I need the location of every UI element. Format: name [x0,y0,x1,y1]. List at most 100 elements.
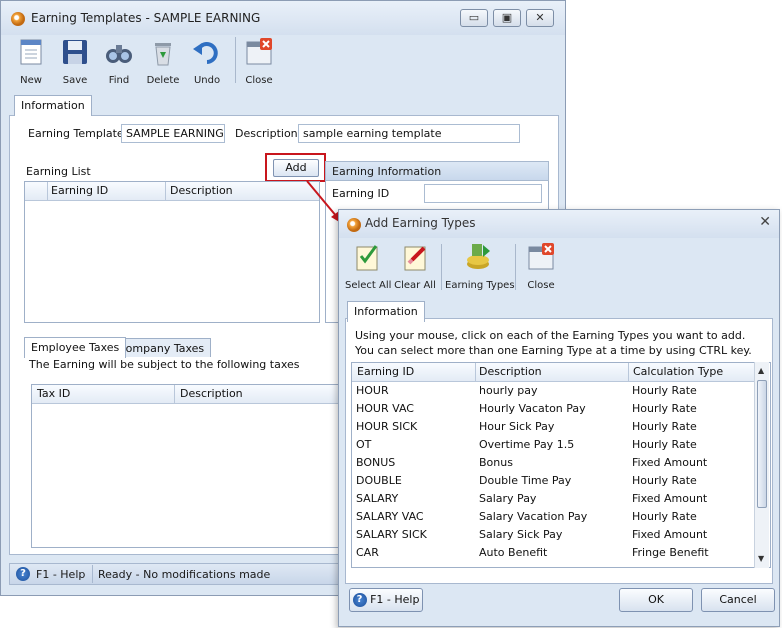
dialog-titlebar: Add Earning Types ✕ [339,210,779,238]
cell-calculation-type: Fixed Amount [632,528,708,541]
cell-description: Overtime Pay 1.5 [479,438,575,451]
scroll-thumb[interactable] [757,380,767,508]
select-all-label: Select All [345,280,392,291]
earning-info-id-field[interactable] [424,184,542,203]
dialog-title: Add Earning Types [365,216,476,230]
cell-description: Hour Sick Pay [479,420,555,433]
table-row[interactable]: CAR Auto Benefit Fringe Benefit [353,544,753,562]
cell-calculation-type: Hourly Rate [632,420,697,433]
save-label: Save [62,75,88,86]
earning-types-button[interactable]: Earning Types [445,240,515,292]
column-separator [174,385,175,404]
cell-earning-id: SALARY VAC [356,510,424,523]
column-earning-id[interactable]: Earning ID [357,365,414,378]
cell-calculation-type: Hourly Rate [632,510,697,523]
cancel-button[interactable]: Cancel [701,588,775,612]
clear-all-button[interactable]: Clear All [393,240,437,292]
column-earning-id[interactable]: Earning ID [51,184,108,197]
dialog-close-icon[interactable]: ✕ [759,214,771,230]
table-row[interactable]: BONUS Bonus Fixed Amount [353,454,753,472]
cell-earning-id: HOUR [356,384,389,397]
cell-calculation-type: Hourly Rate [632,384,697,397]
cell-description: Salary Sick Pay [479,528,563,541]
column-separator [165,182,166,201]
table-row[interactable]: SALARY SICK Salary Sick Pay Fixed Amount [353,526,753,544]
scroll-down-arrow-icon[interactable]: ▼ [758,554,764,563]
select-all-icon [352,242,382,272]
help-icon: ? [352,593,367,607]
column-separator [475,363,476,382]
tab-information[interactable]: Information [14,95,92,116]
help-icon: ? [16,567,30,581]
undo-button[interactable]: Undo [185,35,229,87]
earning-template-field[interactable]: SAMPLE EARNING [121,124,225,143]
close-window-icon [244,37,274,67]
table-row[interactable]: DOUBLE Double Time Pay Hourly Rate [353,472,753,490]
table-row[interactable]: SALARY Salary Pay Fixed Amount [353,490,753,508]
dialog-tab-information[interactable]: Information [347,301,425,322]
taxes-note: The Earning will be subject to the follo… [29,358,300,371]
earning-types-header: Earning ID Description Calculation Type [352,363,754,382]
instruction-line-2: You can select more than one Earning Typ… [355,344,752,357]
cell-earning-id: SALARY [356,492,399,505]
dialog-toolbar-separator [441,244,442,290]
window-close-button[interactable]: ✕ [526,9,554,27]
minimize-button[interactable]: ▭ [460,9,488,27]
find-label: Find [108,75,130,86]
vertical-scrollbar[interactable]: ▲ ▼ [754,362,769,568]
earning-list-grid[interactable]: Earning ID Description [24,181,320,323]
cell-earning-id: OT [356,438,372,451]
earning-list-header: Earning ID Description [25,182,319,201]
maximize-button[interactable]: ▣ [493,9,521,27]
dialog-close-button[interactable]: Close [519,240,563,292]
cell-earning-id: HOUR SICK [356,420,418,433]
table-row[interactable]: HOUR VAC Hourly Vacaton Pay Hourly Rate [353,400,753,418]
cell-description: Salary Pay [479,492,537,505]
main-toolbar: New Save Find Delete Undo Close [9,35,565,87]
tab-employee-taxes[interactable]: Employee Taxes [24,337,127,358]
earning-information-header: Earning Information [325,161,549,181]
cell-earning-id: CAR [356,546,379,559]
table-row[interactable]: SALARY VAC Salary Vacation Pay Hourly Rate [353,508,753,526]
earning-types-icon [463,242,493,272]
column-calculation-type[interactable]: Calculation Type [633,365,723,378]
select-all-button[interactable]: Select All [345,240,392,292]
find-button[interactable]: Find [97,35,141,87]
table-row[interactable]: HOUR SICK Hour Sick Pay Hourly Rate [353,418,753,436]
earning-types-label: Earning Types [445,280,515,291]
clear-all-icon [400,242,430,272]
column-tax-description[interactable]: Description [180,387,243,400]
cell-description: Double Time Pay [479,474,572,487]
column-separator [47,182,48,201]
table-row[interactable]: OT Overtime Pay 1.5 Hourly Rate [353,436,753,454]
save-button[interactable]: Save [53,35,97,87]
delete-label: Delete [146,75,180,86]
new-button[interactable]: New [9,35,53,87]
delete-button[interactable]: Delete [141,35,185,87]
cell-earning-id: BONUS [356,456,396,469]
scroll-up-arrow-icon[interactable]: ▲ [758,366,764,375]
undo-label: Undo [193,75,221,86]
ok-button[interactable]: OK [619,588,693,612]
save-disk-icon [60,37,90,67]
cell-description: Salary Vacation Pay [479,510,588,523]
cell-calculation-type: Hourly Rate [632,438,697,451]
close-button[interactable]: Close [237,35,281,87]
dialog-help-label: F1 - Help [370,593,420,606]
description-field[interactable]: sample earning template [298,124,520,143]
table-row[interactable]: HOUR hourly pay Hourly Rate [353,382,753,400]
cell-calculation-type: Hourly Rate [632,474,697,487]
toolbar-separator [235,37,236,83]
undo-arrow-icon [192,37,222,67]
cell-description: Hourly Vacaton Pay [479,402,586,415]
new-document-icon [16,37,46,67]
instruction-line-1: Using your mouse, click on each of the E… [355,329,746,342]
column-separator [628,363,629,382]
cell-calculation-type: Hourly Rate [632,402,697,415]
status-help[interactable]: F1 - Help [36,568,85,581]
column-tax-id[interactable]: Tax ID [37,387,70,400]
binoculars-icon [104,37,134,67]
column-description[interactable]: Description [170,184,233,197]
column-description[interactable]: Description [479,365,542,378]
dialog-help-button[interactable]: ? F1 - Help [349,588,423,612]
